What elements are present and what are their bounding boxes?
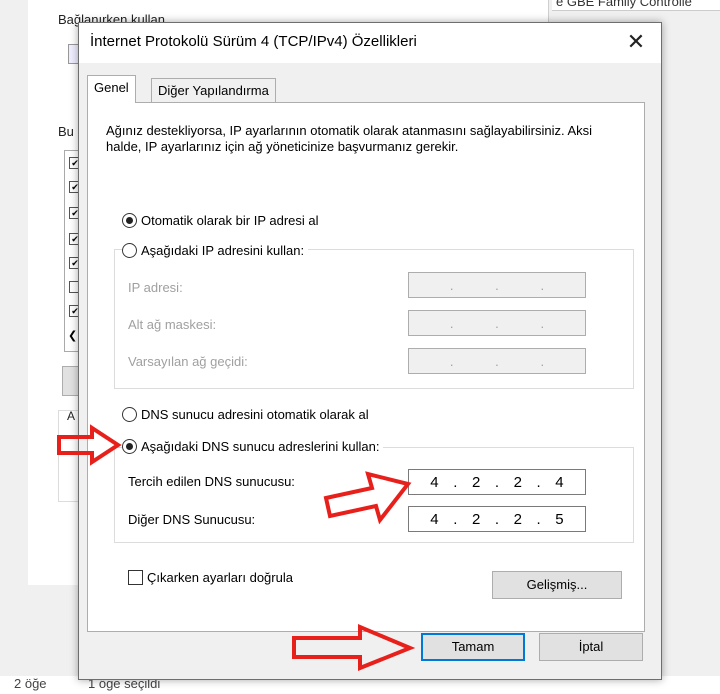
preferred-dns-label: Tercih edilen DNS sunucusu: [128, 474, 295, 489]
auto-dns-radio[interactable] [122, 407, 137, 422]
octet: 2 [513, 510, 522, 528]
default-gateway-field[interactable]: ... [408, 348, 586, 374]
manual-dns-label: Aşağıdaki DNS sunucu adreslerini kullan: [141, 439, 380, 454]
annotation-arrow-dns-radio-icon [57, 424, 122, 466]
background-adapter-name: e GBE Family Controlle [556, 0, 692, 9]
octet: 2 [513, 473, 522, 491]
auto-ip-radio[interactable] [122, 213, 137, 228]
validate-on-exit-row[interactable]: Çıkarken ayarları doğrula [128, 570, 293, 585]
close-button[interactable]: ✕ [613, 25, 659, 61]
annotation-arrow-ok-button-icon [292, 623, 416, 671]
manual-dns-radio-row[interactable]: Aşağıdaki DNS sunucu adreslerini kullan: [122, 439, 384, 454]
scroll-left-icon[interactable]: ❮ [68, 329, 77, 342]
auto-dns-label: DNS sunucu adresini otomatik olarak al [141, 407, 369, 422]
tab-general[interactable]: Genel [87, 75, 136, 103]
manual-dns-radio[interactable] [122, 439, 137, 454]
manual-ip-label: Aşağıdaki IP adresini kullan: [141, 243, 305, 258]
subnet-mask-field[interactable]: ... [408, 310, 586, 336]
auto-dns-radio-row[interactable]: DNS sunucu adresini otomatik olarak al [122, 407, 369, 422]
octet: 2 [471, 473, 481, 491]
octet: 4 [555, 473, 564, 491]
auto-ip-radio-row[interactable]: Otomatik olarak bir IP adresi al [122, 213, 319, 228]
alternate-dns-field[interactable]: 4. 2. 2. 5 [408, 506, 586, 532]
preferred-dns-field[interactable]: 4. 2. 2. 4 [408, 469, 586, 495]
status-items-count: 2 öğe [14, 676, 47, 691]
description-text: Ağınız destekliyorsa, IP ayarlarının oto… [106, 123, 593, 154]
close-icon: ✕ [626, 29, 646, 54]
alternate-dns-label: Diğer DNS Sunucusu: [128, 512, 256, 527]
general-tab-panel: Ağınız destekliyorsa, IP ayarlarının oto… [87, 102, 645, 632]
default-gateway-label: Varsayılan ağ geçidi: [128, 354, 248, 369]
octet: 2 [471, 510, 481, 528]
validate-on-exit-label: Çıkarken ayarları doğrula [147, 570, 293, 585]
ip-address-field[interactable]: ... [408, 272, 586, 298]
octet: 4 [430, 510, 439, 528]
dialog-titlebar[interactable]: İnternet Protokolü Sürüm 4 (TCP/IPv4) Öz… [79, 23, 661, 63]
validate-on-exit-checkbox[interactable] [128, 570, 143, 585]
octet: 5 [555, 510, 564, 528]
octet: 4 [430, 473, 439, 491]
advanced-button[interactable]: Gelişmiş... [492, 571, 622, 599]
cancel-button[interactable]: İptal [539, 633, 643, 661]
subnet-mask-label: Alt ağ maskesi: [128, 317, 217, 332]
background-label-items: Bu [58, 124, 74, 139]
ok-button[interactable]: Tamam [421, 633, 525, 661]
manual-ip-radio-row[interactable]: Aşağıdaki IP adresini kullan: [122, 243, 309, 258]
ip-address-label: IP adresi: [128, 280, 183, 295]
auto-ip-label: Otomatik olarak bir IP adresi al [141, 213, 319, 228]
ipv4-properties-dialog: İnternet Protokolü Sürüm 4 (TCP/IPv4) Öz… [78, 22, 662, 680]
manual-ip-radio[interactable] [122, 243, 137, 258]
dialog-title: İnternet Protokolü Sürüm 4 (TCP/IPv4) Öz… [90, 33, 417, 50]
tab-other-configuration[interactable]: Diğer Yapılandırma [151, 78, 276, 103]
background-group-label: A [67, 409, 76, 423]
annotation-arrow-dns-fields-icon [323, 471, 412, 525]
